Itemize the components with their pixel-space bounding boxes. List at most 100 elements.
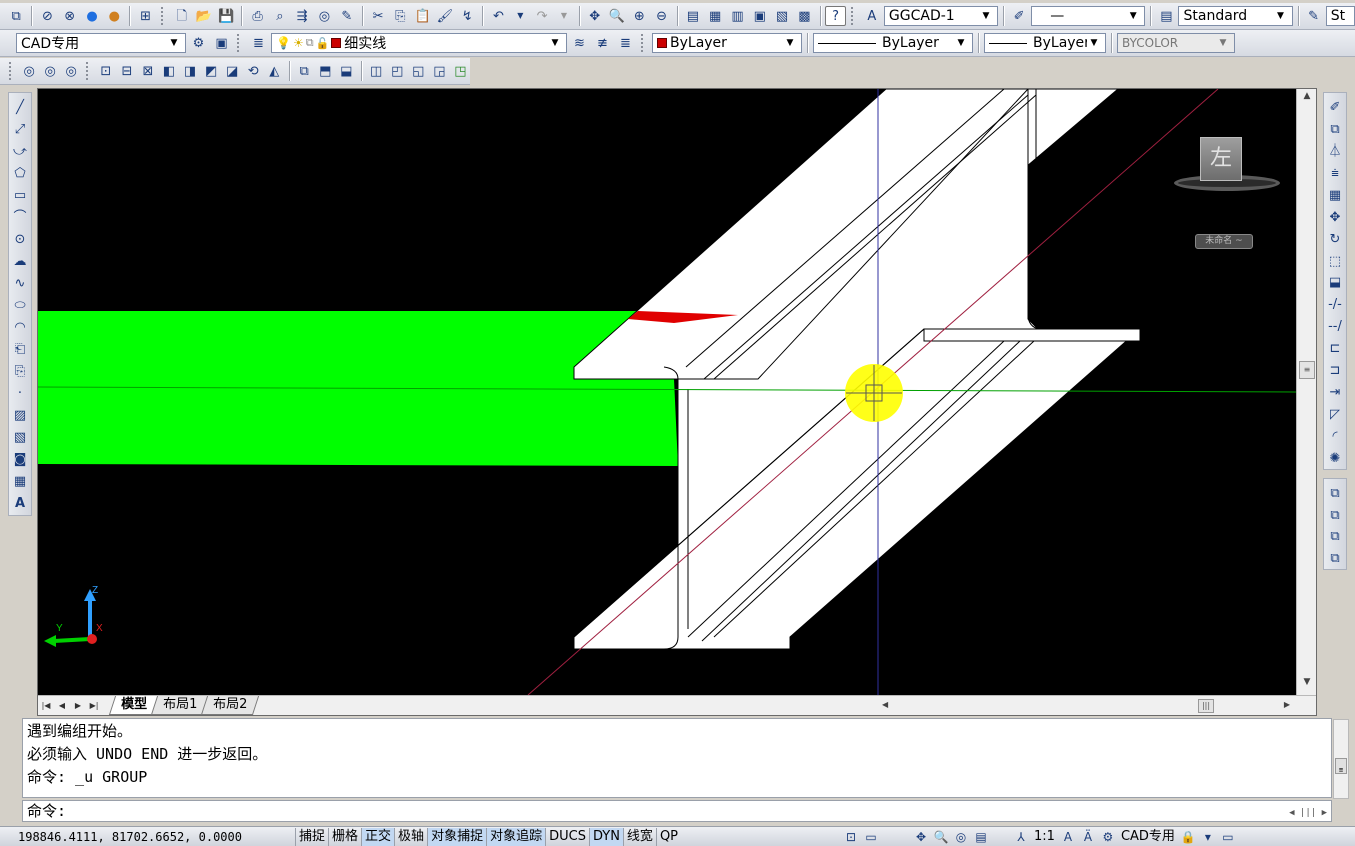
viewcube[interactable]: 左 bbox=[1170, 129, 1280, 199]
line-icon[interactable]: ╱ bbox=[10, 97, 30, 118]
workspace-icon[interactable]: ⧉ bbox=[6, 6, 26, 26]
text-style-dropdown[interactable]: Standard ▼ bbox=[1178, 6, 1293, 26]
ellipse-arc-icon[interactable]: ◠ bbox=[10, 317, 30, 338]
scale-icon[interactable]: ⬚ bbox=[1325, 251, 1345, 272]
qp-toggle[interactable]: QP bbox=[655, 827, 681, 846]
clean-icon[interactable]: ◰ bbox=[388, 61, 407, 81]
rotate-faces-icon[interactable]: ⟲ bbox=[244, 61, 263, 81]
coordinate-readout[interactable]: 198846.4111, 81702.6652, 0.0000 bbox=[0, 830, 295, 844]
ducs-toggle[interactable]: DUCS bbox=[545, 827, 589, 846]
layer-states-icon[interactable]: ≣ bbox=[615, 33, 636, 53]
scroll-right-icon[interactable]: ▶ bbox=[1284, 700, 1290, 709]
workspace-switch-icon[interactable]: ⚙ bbox=[1098, 828, 1118, 846]
annotation-scale-value[interactable]: 1:1 bbox=[1031, 828, 1058, 846]
bring-above-icon[interactable]: ⧉ bbox=[1325, 527, 1345, 548]
polar-toggle[interactable]: 极轴 bbox=[394, 827, 427, 846]
mirror-icon[interactable]: ⏃ bbox=[1325, 141, 1345, 162]
showmotion-icon[interactable]: ▤ bbox=[971, 828, 991, 846]
table-style-icon[interactable]: ▤ bbox=[1156, 6, 1176, 26]
revision-cloud-icon[interactable]: ☁ bbox=[10, 251, 30, 272]
array-icon[interactable]: ▦ bbox=[1325, 185, 1345, 206]
open-file-icon[interactable]: 📂 bbox=[194, 6, 214, 26]
layout-icon[interactable]: ▭ bbox=[861, 828, 881, 846]
fillet-icon[interactable]: ◜ bbox=[1325, 426, 1345, 447]
save-icon[interactable]: 💾 bbox=[216, 6, 236, 26]
union-icon[interactable]: ⊡ bbox=[96, 61, 115, 81]
arc-icon[interactable]: ⌒ bbox=[10, 207, 30, 228]
intersect-icon[interactable]: ⊠ bbox=[138, 61, 157, 81]
hatch-icon[interactable]: ▨ bbox=[10, 405, 30, 426]
multileader-style-icon[interactable]: ✎ bbox=[1303, 6, 1323, 26]
bring-to-front-icon[interactable]: ⧉ bbox=[1325, 483, 1345, 504]
block-editor-icon[interactable]: ↯ bbox=[457, 6, 477, 26]
tool-palettes-icon[interactable]: ▥ bbox=[727, 6, 747, 26]
move-icon[interactable]: ✥ bbox=[1325, 207, 1345, 228]
polygon-icon[interactable]: ⬠ bbox=[10, 163, 30, 184]
next-tab-icon[interactable]: ▶ bbox=[70, 698, 86, 714]
multileader-style-dropdown[interactable]: St bbox=[1325, 6, 1355, 26]
properties-icon[interactable]: ▤ bbox=[683, 6, 703, 26]
first-tab-icon[interactable]: |◀ bbox=[38, 698, 54, 714]
pan-icon[interactable]: ✥ bbox=[585, 6, 605, 26]
publish-icon[interactable]: ⇶ bbox=[292, 6, 312, 26]
model-viewport[interactable]: 左 未命名 ~ Z Y X bbox=[38, 89, 1296, 695]
auto-scale-icon[interactable]: Ä bbox=[1078, 828, 1098, 846]
snap-toggle[interactable]: 捕捉 bbox=[295, 827, 328, 846]
match-properties-icon[interactable]: 🖌 bbox=[435, 6, 455, 26]
zoom-realtime-icon[interactable]: 🔍 bbox=[607, 6, 627, 26]
vertical-scroll-thumb[interactable]: ≡ bbox=[1299, 361, 1315, 379]
zoom-window-icon[interactable]: ⊕ bbox=[629, 6, 649, 26]
gradient-icon[interactable]: ▧ bbox=[10, 427, 30, 448]
shell-icon[interactable]: ◲ bbox=[430, 61, 449, 81]
linetype-simple-dropdown[interactable]: — ▼ bbox=[1031, 6, 1146, 26]
free-orbit-icon[interactable]: ◎ bbox=[41, 61, 60, 81]
stretch-icon[interactable]: ⬓ bbox=[1325, 273, 1345, 294]
paste-icon[interactable]: 📋 bbox=[412, 6, 432, 26]
subtract-icon[interactable]: ⊟ bbox=[117, 61, 136, 81]
extrude-faces-icon[interactable]: ◧ bbox=[159, 61, 178, 81]
vertical-scrollbar[interactable]: ▲ ≡ ▼ bbox=[1296, 89, 1316, 695]
sheet-set-icon[interactable]: ▣ bbox=[750, 6, 770, 26]
separate-icon[interactable]: ◱ bbox=[409, 61, 428, 81]
multiline-text-icon[interactable]: A bbox=[10, 493, 30, 514]
make-current-layer-icon[interactable]: ≋ bbox=[569, 33, 590, 53]
imprint-icon[interactable]: ◫ bbox=[367, 61, 386, 81]
layer-previous-icon[interactable]: ≢ bbox=[592, 33, 613, 53]
copy-faces-icon[interactable]: ⧉ bbox=[295, 61, 314, 81]
model-space-icon[interactable]: ⊡ bbox=[841, 828, 861, 846]
dyn-toggle[interactable]: DYN bbox=[588, 827, 623, 846]
annotation-scale-icon[interactable]: ⅄ bbox=[1011, 828, 1031, 846]
viewcube-face[interactable]: 左 bbox=[1200, 137, 1242, 181]
tab-layout2[interactable]: 布局2 bbox=[201, 696, 260, 715]
delete-faces-icon[interactable]: ◪ bbox=[223, 61, 242, 81]
break-at-point-icon[interactable]: ⊏ bbox=[1325, 338, 1345, 359]
redo-dropdown-icon[interactable]: ▼ bbox=[554, 6, 573, 26]
make-block-icon[interactable]: ⎘ bbox=[10, 361, 30, 382]
sphere-multicolor-icon[interactable]: ● bbox=[104, 6, 124, 26]
chamfer-icon[interactable]: ◸ bbox=[1325, 404, 1345, 425]
erase-icon[interactable]: ✐ bbox=[1325, 97, 1345, 118]
move-faces-icon[interactable]: ◨ bbox=[181, 61, 200, 81]
grid-toggle[interactable]: 栅格 bbox=[328, 827, 361, 846]
materials-icon[interactable]: ⊞ bbox=[135, 6, 155, 26]
cut-icon[interactable]: ✂ bbox=[368, 6, 388, 26]
trim-icon[interactable]: -/- bbox=[1325, 294, 1345, 315]
zoom-status-icon[interactable]: 🔍 bbox=[931, 828, 951, 846]
send-to-back-icon[interactable]: ⧉ bbox=[1325, 505, 1345, 526]
save-workspace-icon[interactable]: ▣ bbox=[211, 33, 232, 53]
redo-icon[interactable]: ↷ bbox=[532, 6, 552, 26]
print-icon[interactable]: ⎙ bbox=[247, 6, 267, 26]
otrack-toggle[interactable]: 对象追踪 bbox=[486, 827, 546, 846]
spline-icon[interactable]: ∿ bbox=[10, 273, 30, 294]
command-line-input[interactable]: 命令: ◀ ||| ▶ bbox=[22, 800, 1332, 822]
status-menu-icon[interactable]: ▾ bbox=[1198, 828, 1218, 846]
layer-manager-icon[interactable]: ≣ bbox=[248, 33, 269, 53]
zoom-previous-icon[interactable]: ⊖ bbox=[651, 6, 671, 26]
scroll-left-icon[interactable]: ◀ bbox=[882, 700, 888, 709]
copy-object-icon[interactable]: ⧉ bbox=[1325, 119, 1345, 140]
dimension-style-icon[interactable]: ✐ bbox=[1009, 6, 1029, 26]
3d-dwf-icon[interactable]: ◎ bbox=[314, 6, 334, 26]
text-style-icon[interactable]: A bbox=[862, 6, 882, 26]
osnap-toggle[interactable]: 对象捕捉 bbox=[427, 827, 487, 846]
prev-tab-icon[interactable]: ◀ bbox=[54, 698, 70, 714]
